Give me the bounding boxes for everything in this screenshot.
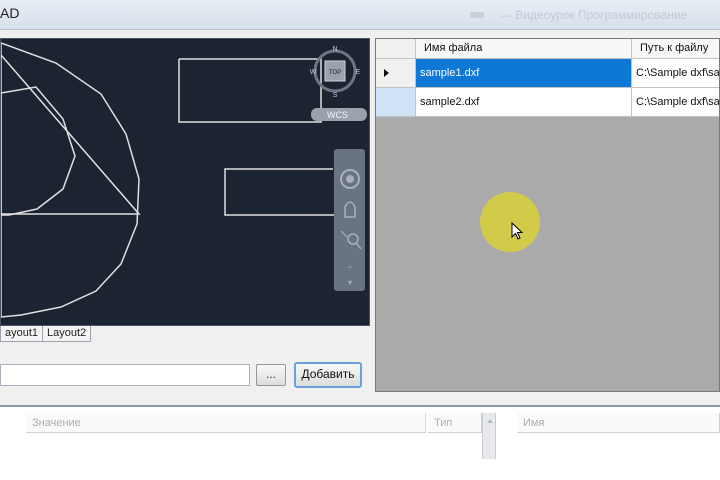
cell-filepath-2[interactable]: C:\Sample dxf\sam — [632, 88, 719, 117]
title-bar[interactable]: AD — Видеоурок Программирование — [0, 0, 720, 30]
compass-west: W — [310, 69, 317, 76]
cell-filename-1[interactable]: sample1.dxf — [416, 59, 632, 88]
cad-viewport[interactable]: TOP N S W E WCS ⌃ ▾ — [0, 38, 370, 326]
cell-filename-2[interactable]: sample2.dxf — [416, 88, 632, 117]
wcs-button[interactable]: WCS — [311, 108, 367, 121]
row-header-1[interactable] — [376, 59, 416, 88]
column-header-value[interactable]: Значение — [26, 413, 426, 433]
compass-south: S — [333, 92, 338, 99]
orbit-icon: ⌃ — [347, 265, 354, 274]
add-button[interactable]: Добавить — [294, 362, 362, 388]
file-path-input[interactable] — [0, 364, 250, 386]
lower-outline — [224, 168, 335, 216]
viewcube[interactable]: TOP N S W E — [310, 46, 361, 99]
cell-filepath-1[interactable]: C:\Sample dxf\sam — [632, 59, 719, 88]
app-window: AD — Видеоурок Программирование TOP N S … — [0, 0, 720, 480]
compass-east: E — [356, 69, 361, 76]
faint-title-icon — [470, 12, 484, 18]
tab-layout1[interactable]: ayout1 — [0, 326, 44, 342]
triangle-shape — [1, 54, 141, 215]
faint-title-text: — Видеоурок Программирование — [500, 8, 688, 22]
row-header-2[interactable] — [376, 88, 416, 117]
current-row-arrow-icon — [384, 69, 389, 77]
wcs-label: WCS — [327, 110, 348, 120]
cursor-highlight — [480, 192, 540, 252]
stepped-outline — [178, 58, 322, 123]
column-header-filepath[interactable]: Путь к файлу — [632, 39, 719, 59]
files-grid[interactable]: Имя файла Путь к файлу sample1.dxf C:\Sa… — [375, 38, 720, 392]
inner-polygon — [1, 86, 76, 216]
properties-panel: Значение Тип Имя — [0, 405, 720, 480]
layout-tabs: ayout1 Layout2 — [0, 326, 370, 342]
column-header-name[interactable]: Имя — [517, 413, 720, 433]
navigation-bar[interactable]: ⌃ ▾ — [334, 149, 365, 291]
compass-north: N — [332, 46, 337, 53]
column-header-type[interactable]: Тип — [428, 413, 482, 433]
cad-drawing: TOP N S W E WCS ⌃ ▾ — [1, 42, 367, 318]
outer-circle-polygon — [1, 42, 140, 318]
column-header-filename[interactable]: Имя файла — [416, 39, 632, 59]
showmotion-icon: ▾ — [348, 278, 352, 287]
browse-button[interactable]: ... — [256, 364, 286, 386]
viewcube-top-label: TOP — [329, 70, 341, 76]
properties-scrollbar[interactable] — [482, 413, 496, 459]
grid-corner[interactable] — [376, 39, 416, 59]
mouse-pointer-icon — [511, 222, 523, 240]
window-title: AD — [0, 5, 20, 21]
tab-layout2[interactable]: Layout2 — [42, 326, 92, 342]
